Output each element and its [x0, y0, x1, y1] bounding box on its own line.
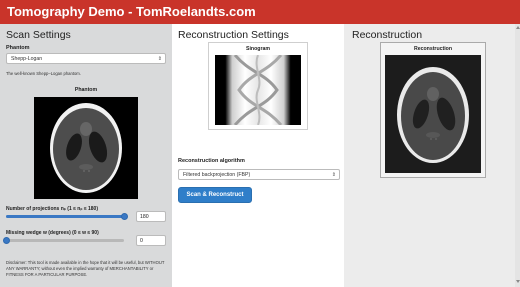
phantom-figure: Phantom [34, 87, 138, 199]
projections-input-value: 180 [140, 214, 149, 220]
sinogram-svg [215, 54, 301, 126]
chevron-updown-icon: ⇕ [157, 56, 162, 62]
phantom-description: The well-known Shepp–Logan phantom. [6, 71, 81, 76]
wedge-input[interactable]: 0 [136, 235, 166, 246]
reconstruction-panel: Reconstruction Reconstruction [344, 24, 520, 287]
scan-settings-heading: Scan Settings [6, 29, 71, 41]
projections-input[interactable]: 180 [136, 211, 166, 222]
reconstruction-settings-panel: Reconstruction Settings Sinogram Reconst… [172, 24, 344, 287]
reconstruction-svg [385, 55, 481, 173]
projections-label: Number of projections nₚ (1 ≤ nₚ ≤ 180) [6, 206, 99, 212]
algorithm-select[interactable]: Filtered backprojection (FBP) ⇕ [178, 169, 340, 180]
sinogram-figure-title: Sinogram [246, 46, 270, 52]
reconstruction-heading: Reconstruction [352, 29, 423, 41]
reconstruction-figure: Reconstruction [380, 42, 486, 178]
scan-reconstruct-button[interactable]: Scan & Reconstruct [178, 187, 252, 203]
reconstruction-figure-title: Reconstruction [413, 46, 453, 52]
phantom-figure-title: Phantom [74, 87, 98, 93]
sinogram-figure: Sinogram [208, 42, 308, 130]
projections-slider-thumb[interactable] [120, 213, 128, 220]
wedge-input-value: 0 [140, 238, 143, 244]
wedge-slider-track[interactable] [6, 239, 124, 242]
app-title[interactable]: Tomography Demo - TomRoelandts.com [7, 4, 256, 19]
chevron-updown-icon: ⇕ [331, 172, 336, 178]
phantom-select[interactable]: Shepp-Logan ⇕ [6, 53, 166, 64]
scroll-down-icon[interactable] [515, 280, 520, 283]
phantom-label: Phantom [6, 45, 30, 51]
reconstruction-image [385, 55, 481, 173]
reconstruction-settings-heading: Reconstruction Settings [178, 29, 289, 41]
wedge-label: Missing wedge w (degrees) (0 ≤ w ≤ 90) [6, 230, 99, 236]
scroll-up-icon[interactable] [515, 26, 520, 29]
disclaimer-text: Disclaimer: This tool is made available … [6, 260, 165, 277]
scrollbar[interactable] [515, 24, 520, 287]
phantom-image [34, 97, 138, 199]
scan-settings-panel: Scan Settings Phantom Shepp-Logan ⇕ The … [0, 24, 172, 287]
phantom-svg [34, 97, 138, 199]
algorithm-select-value: Filtered backprojection (FBP) [183, 172, 251, 178]
top-bar: Tomography Demo - TomRoelandts.com [0, 0, 520, 24]
algorithm-label: Reconstruction algorithm [178, 158, 245, 164]
phantom-select-value: Shepp-Logan [11, 56, 43, 62]
wedge-slider-thumb[interactable] [2, 237, 10, 244]
projections-slider-fill [6, 215, 124, 218]
sinogram-image [215, 54, 301, 126]
